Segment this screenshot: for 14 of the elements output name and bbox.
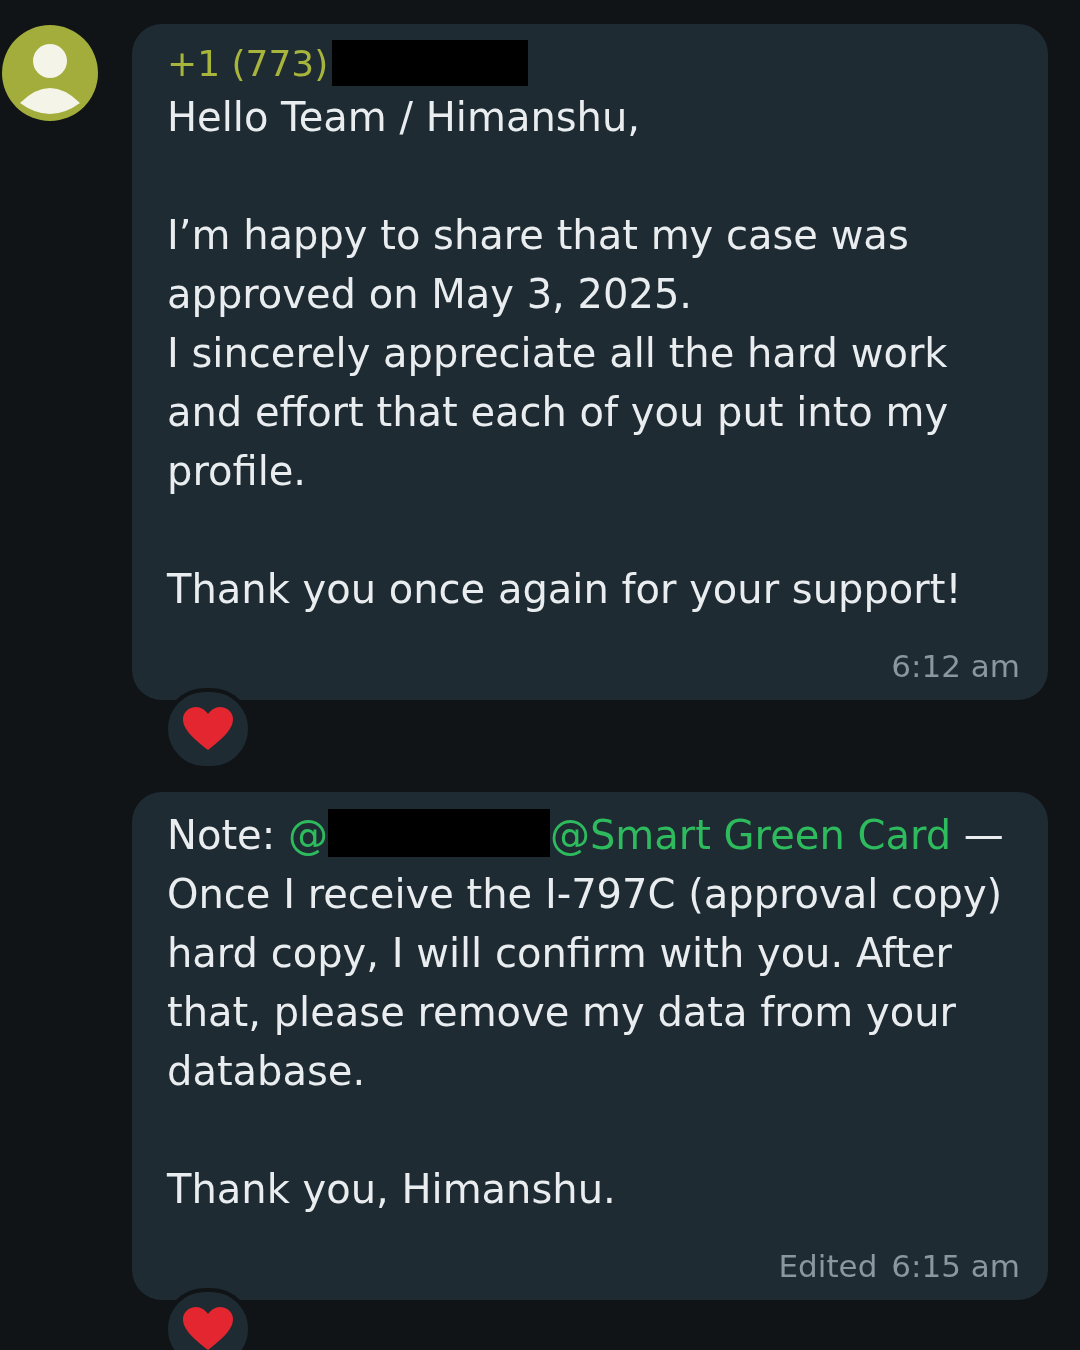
heart-icon: [182, 1306, 234, 1350]
mention-link[interactable]: @: [287, 812, 328, 858]
message-time: 6:12 am: [891, 648, 1020, 684]
heart-icon: [182, 706, 234, 752]
message-time: 6:15 am: [891, 1248, 1020, 1284]
message-text: Thank you once again for your support!: [167, 565, 963, 614]
message-text: I’m happy to share that my case was approved on May 3, 2025. I sincerely appreciate all the hard work and effort that each of you put into my profile.: [167, 211, 950, 496]
sender-phone[interactable]: +1 (773): [167, 42, 329, 84]
message-text: Thank you, Himanshu.: [167, 1165, 617, 1214]
message-text: Note: @ @Smart Green Card — Once I receive the I-797C (approval copy) hard copy, I will confirm with you. After that, please remove my data from your database.: [167, 806, 1020, 1101]
avatar-icon[interactable]: [2, 25, 98, 121]
message-text: Hello Team / Himanshu,: [167, 93, 641, 142]
mention-link[interactable]: @Smart Green Card: [549, 812, 952, 858]
edited-label: Edited: [778, 1248, 878, 1284]
